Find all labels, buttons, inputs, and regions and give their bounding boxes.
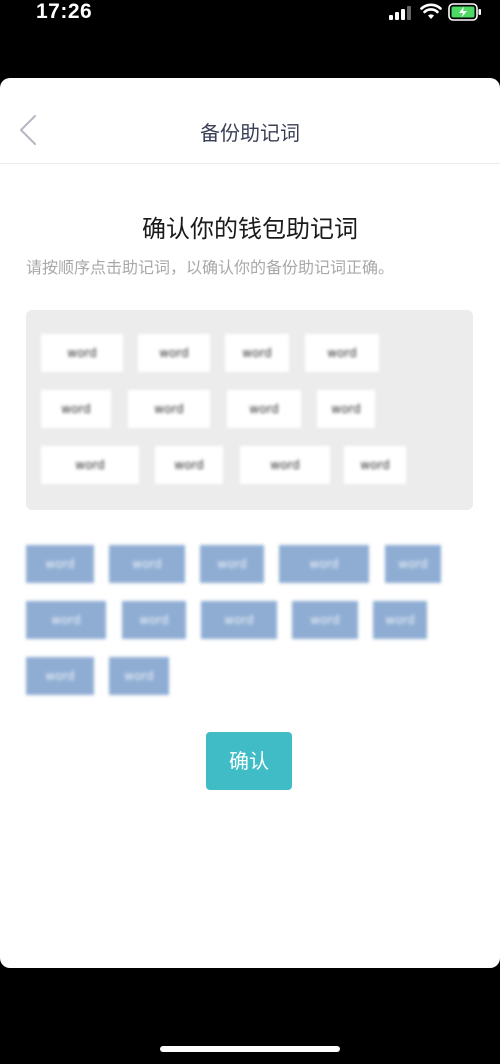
home-indicator: [160, 1046, 340, 1052]
selected-word-chip[interactable]: word: [41, 334, 123, 372]
phone-screen: 17:26 备份助记词 确认你的钱包助记词 请按顺序点击助记词，以确认你的备份助…: [0, 0, 500, 1064]
selected-word-chip[interactable]: word: [155, 446, 223, 484]
pool-word-chip[interactable]: word: [373, 601, 427, 639]
confirm-button[interactable]: 确认: [206, 732, 292, 790]
pool-word-chip[interactable]: word: [385, 545, 441, 583]
wifi-icon: [420, 3, 442, 19]
selected-word-chip[interactable]: word: [41, 390, 111, 428]
pool-word-chip[interactable]: word: [109, 545, 185, 583]
battery-charging-icon: [448, 3, 481, 21]
backup-sheet: 备份助记词 确认你的钱包助记词 请按顺序点击助记词，以确认你的备份助记词正确。 …: [0, 78, 500, 968]
selected-word-chip[interactable]: word: [344, 446, 406, 484]
selected-word-chip[interactable]: word: [41, 446, 139, 484]
pool-word-chip[interactable]: word: [292, 601, 358, 639]
pool-word-chip[interactable]: word: [122, 601, 186, 639]
selected-words-area: word word word word word word word word …: [26, 310, 473, 510]
selected-word-chip[interactable]: word: [305, 334, 379, 372]
selected-word-chip[interactable]: word: [240, 446, 330, 484]
pool-word-chip[interactable]: word: [26, 657, 94, 695]
pool-word-chip[interactable]: word: [109, 657, 169, 695]
selected-word-chip[interactable]: word: [225, 334, 289, 372]
pool-word-chip[interactable]: word: [26, 601, 106, 639]
selected-word-chip[interactable]: word: [317, 390, 375, 428]
navigation-bar: 备份助记词: [0, 78, 500, 164]
cellular-signal-icon: [389, 6, 411, 20]
status-bar: 17:26: [0, 0, 500, 26]
pool-word-chip[interactable]: word: [279, 545, 369, 583]
selected-word-chip[interactable]: word: [227, 390, 301, 428]
page-title: 备份助记词: [200, 121, 300, 145]
pool-word-chip[interactable]: word: [201, 601, 277, 639]
selected-word-chip[interactable]: word: [138, 334, 210, 372]
confirm-heading: 确认你的钱包助记词: [142, 215, 358, 243]
pool-word-chip[interactable]: word: [26, 545, 94, 583]
pool-word-chip[interactable]: word: [200, 545, 264, 583]
selected-word-chip[interactable]: word: [128, 390, 210, 428]
instruction-text: 请按顺序点击助记词，以确认你的备份助记词正确。: [26, 258, 395, 277]
status-time: 17:26: [36, 0, 93, 23]
